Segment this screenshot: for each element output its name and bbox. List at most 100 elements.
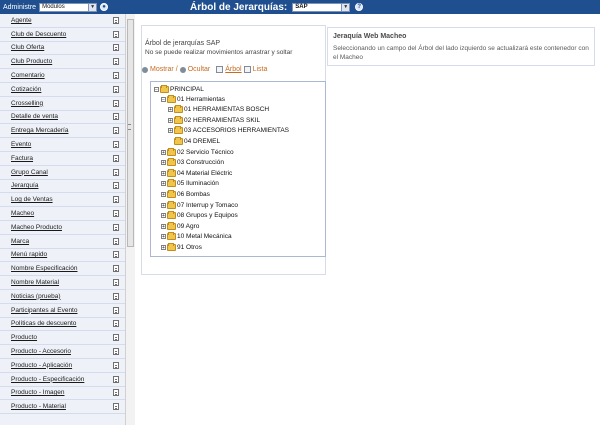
sidebar-scrollbar[interactable]: [125, 14, 135, 425]
module-select[interactable]: Modulos ▼: [39, 2, 98, 12]
expand-icon[interactable]: +: [161, 223, 166, 229]
sidebar-item-label[interactable]: Marca: [11, 238, 29, 245]
sidebar-item-cotizacion[interactable]: Cotización: [0, 83, 125, 97]
document-icon[interactable]: [113, 292, 119, 300]
sidebar-item-producto-material[interactable]: Producto - Material: [0, 400, 125, 415]
sidebar-item-label[interactable]: Comentario: [11, 72, 45, 79]
sidebar-item-club-producto[interactable]: Club Producto: [0, 55, 125, 70]
tree-node-label[interactable]: 04 Material Eléctric: [177, 170, 232, 177]
show-link[interactable]: Mostrar: [150, 66, 174, 73]
document-icon[interactable]: [113, 265, 119, 273]
sidebar-item-noticias-prueba[interactable]: Noticias (prueba): [0, 290, 125, 304]
sidebar-item-producto-accesorio[interactable]: Producto - Accesorio: [0, 345, 125, 359]
expand-icon[interactable]: +: [168, 106, 173, 112]
sidebar-item-label[interactable]: Crosselling: [11, 100, 43, 107]
sidebar-item-label[interactable]: Producto - Especificación: [11, 376, 84, 383]
sidebar-item-evento[interactable]: Evento: [0, 138, 125, 152]
sidebar-item-producto-imagen[interactable]: Producto - Imagen: [0, 387, 125, 401]
list-view-link[interactable]: Lista: [253, 66, 268, 73]
sidebar-item-producto-especificacion[interactable]: Producto - Especificación: [0, 373, 125, 387]
sidebar-item-comentario[interactable]: Comentario: [0, 69, 125, 83]
document-icon[interactable]: [113, 113, 119, 121]
tree-node-interrup[interactable]: +07 Interrup y Tomaco: [161, 200, 238, 210]
tree-node-principal[interactable]: − PRINCIPAL: [154, 84, 204, 94]
tree-node-material-electric[interactable]: +04 Material Eléctric: [161, 168, 232, 178]
tree-node-label[interactable]: PRINCIPAL: [170, 86, 204, 93]
tree-node-label[interactable]: 07 Interrup y Tomaco: [177, 202, 238, 209]
sidebar-item-label[interactable]: Participantes al Evento: [11, 307, 77, 314]
document-icon[interactable]: [113, 127, 119, 135]
sidebar-item-nombre-especificacion[interactable]: Nombre Especificación: [0, 262, 125, 277]
tree-node-otros[interactable]: +91 Otros: [161, 242, 202, 252]
collapse-icon[interactable]: −: [154, 86, 159, 92]
tree-node-label[interactable]: 03 Construcción: [177, 159, 224, 166]
tree-node-label[interactable]: 04 DREMEL: [184, 138, 220, 145]
document-icon[interactable]: [113, 168, 119, 176]
document-icon[interactable]: [113, 58, 119, 66]
expand-icon[interactable]: +: [168, 127, 173, 133]
document-icon[interactable]: [113, 403, 119, 411]
tree-node-servicio-tecnico[interactable]: +02 Servicio Técnico: [161, 147, 234, 157]
tree-node-label[interactable]: 02 HERRAMIENTAS SKIL: [184, 117, 260, 124]
document-icon[interactable]: [113, 16, 119, 24]
sidebar-item-macheo[interactable]: Macheo: [0, 207, 125, 221]
sidebar-item-entrega-mercaderia[interactable]: Entrega Mercadería: [0, 124, 125, 139]
tree-node-label[interactable]: 06 Bombas: [177, 191, 210, 198]
sap-select[interactable]: SAP ▼: [292, 2, 351, 12]
sidebar-item-label[interactable]: Macheo: [11, 210, 34, 217]
sidebar-item-jerarquia[interactable]: Jerarquía: [0, 180, 125, 194]
document-icon[interactable]: [113, 99, 119, 107]
show-icon[interactable]: [142, 66, 148, 73]
tree-node-iluminacion[interactable]: +05 Iluminación: [161, 178, 219, 188]
tree-node-label[interactable]: 08 Grupos y Equipos: [177, 212, 238, 219]
document-icon[interactable]: [113, 30, 119, 38]
tree-node-label[interactable]: 02 Servicio Técnico: [177, 149, 234, 156]
expand-icon[interactable]: +: [161, 191, 166, 197]
sidebar-item-producto-aplicacion[interactable]: Producto - Aplicación: [0, 359, 125, 373]
sidebar-item-label[interactable]: Club Oferta: [11, 44, 44, 51]
expand-icon[interactable]: +: [161, 202, 166, 208]
sidebar-item-club-de-descuento[interactable]: Club de Descuento: [0, 28, 125, 42]
document-icon[interactable]: [113, 141, 119, 149]
tree-node-skil[interactable]: +02 HERRAMIENTAS SKIL: [168, 115, 260, 125]
sidebar-item-nombre-material[interactable]: Nombre Material: [0, 276, 125, 290]
expand-icon[interactable]: +: [161, 212, 166, 218]
sidebar-item-crosselling[interactable]: Crosselling: [0, 97, 125, 111]
expand-icon[interactable]: +: [161, 180, 166, 186]
sidebar-item-menu-rapido[interactable]: Menú rapido: [0, 249, 125, 263]
tree-node-construccion[interactable]: +03 Construcción: [161, 157, 224, 167]
sidebar-item-label[interactable]: Nombre Material: [11, 279, 59, 286]
tree-node-label[interactable]: 10 Metal Mecánica: [177, 233, 232, 240]
sidebar-item-label[interactable]: Producto - Material: [11, 403, 66, 410]
sidebar-item-label[interactable]: Cotización: [11, 86, 41, 93]
sidebar-item-log-de-ventas[interactable]: Log de Ventas: [0, 193, 125, 208]
sidebar-item-agente[interactable]: Agente: [0, 14, 125, 28]
document-icon[interactable]: [113, 389, 119, 397]
sidebar-item-detalle-de-venta[interactable]: Detalle de venta: [0, 111, 125, 125]
sidebar-item-label[interactable]: Producto: [11, 334, 37, 341]
sidebar-item-label[interactable]: Factura: [11, 155, 33, 162]
expand-icon[interactable]: +: [161, 170, 166, 176]
document-icon[interactable]: [113, 182, 119, 190]
sidebar-item-producto[interactable]: Producto: [0, 331, 125, 346]
document-icon[interactable]: [113, 237, 119, 245]
sidebar-item-label[interactable]: Jerarquía: [11, 182, 38, 189]
document-icon[interactable]: [113, 361, 119, 369]
sidebar-item-label[interactable]: Club Producto: [11, 58, 52, 65]
sidebar-item-label[interactable]: Log de Ventas: [11, 196, 53, 203]
sidebar-item-marca[interactable]: Marca: [0, 235, 125, 249]
document-icon[interactable]: [113, 196, 119, 204]
expand-icon[interactable]: +: [161, 244, 166, 250]
tree-node-herramientas[interactable]: − 01 Herramientas: [161, 94, 225, 104]
document-icon[interactable]: [113, 320, 119, 328]
hide-link[interactable]: Ocultar: [188, 66, 211, 73]
document-icon[interactable]: [113, 44, 119, 52]
sidebar-item-label[interactable]: Club de Descuento: [11, 31, 66, 38]
document-icon[interactable]: [113, 154, 119, 162]
tree-node-dremel[interactable]: 04 DREMEL: [174, 136, 220, 146]
expand-icon[interactable]: +: [161, 149, 166, 155]
tree-node-label[interactable]: 91 Otros: [177, 244, 202, 251]
sidebar-item-participantes-al-evento[interactable]: Participantes al Evento: [0, 304, 125, 318]
sidebar-item-label[interactable]: Menú rapido: [11, 251, 47, 258]
sidebar-item-label[interactable]: Producto - Accesorio: [11, 348, 71, 355]
